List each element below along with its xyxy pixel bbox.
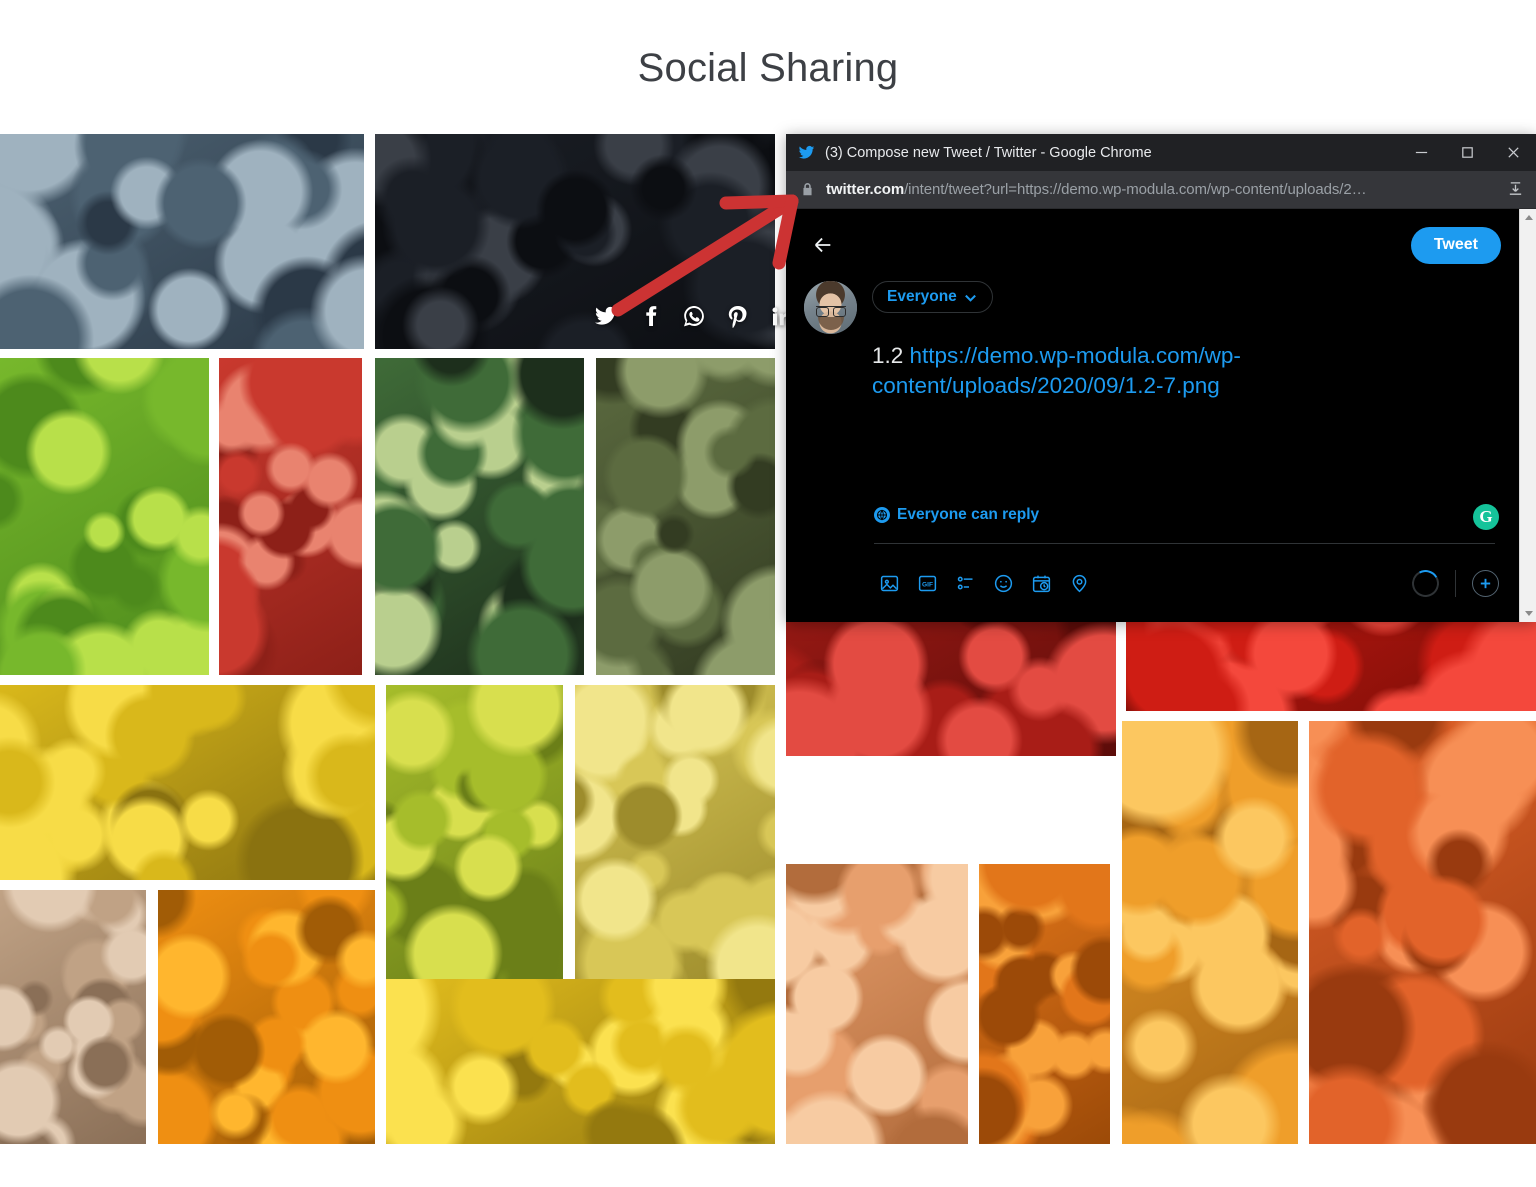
gallery-image <box>0 134 364 349</box>
maximize-button[interactable] <box>1444 134 1490 171</box>
gallery-item[interactable] <box>1309 721 1536 1144</box>
audience-dropdown[interactable]: Everyone <box>872 281 993 313</box>
tweet-text-prefix: 1.2 <box>872 343 910 368</box>
page-scrollbar[interactable] <box>1519 209 1536 622</box>
window-title: (3) Compose new Tweet / Twitter - Google… <box>825 144 1152 161</box>
chevron-down-icon <box>964 294 976 302</box>
url-path: /intent/tweet?url=https://demo.wp-modula… <box>904 181 1367 198</box>
gallery-item[interactable] <box>158 890 375 1144</box>
page-title: Social Sharing <box>637 46 899 90</box>
gallery-image <box>979 864 1110 1144</box>
gallery-image <box>375 358 584 675</box>
gallery-item[interactable] <box>219 358 362 675</box>
add-tweet-button[interactable] <box>1472 569 1499 597</box>
gallery-image <box>158 890 375 1144</box>
gallery-image <box>575 685 775 979</box>
gallery-item[interactable] <box>386 979 775 1144</box>
gallery-image <box>219 358 362 675</box>
scroll-up-arrow[interactable] <box>1520 209 1536 226</box>
compose-toolbar: GIF <box>870 560 1499 606</box>
avatar[interactable] <box>804 281 857 334</box>
facebook-icon[interactable] <box>637 303 663 329</box>
social-share-bar[interactable] <box>593 303 795 329</box>
gallery-image <box>0 685 375 880</box>
tweet-textarea[interactable]: 1.2 https://demo.wp-modula.com/wp-conten… <box>872 341 1501 401</box>
reply-setting-label: Everyone can reply <box>897 506 1040 523</box>
whatsapp-icon[interactable] <box>681 303 707 329</box>
twitter-compose-page: Tweet Everyone 1.2 https://demo.wp-modul… <box>786 209 1519 622</box>
gallery-image <box>386 685 563 979</box>
gallery-item[interactable] <box>386 685 563 979</box>
download-icon[interactable] <box>1500 181 1530 198</box>
reply-setting[interactable]: Everyone can reply <box>874 506 1039 524</box>
gallery-item[interactable] <box>0 358 209 675</box>
audience-label: Everyone <box>887 288 957 305</box>
poll-icon[interactable] <box>946 564 984 602</box>
twitter-bird-icon <box>796 143 816 163</box>
compose-body: Everyone 1.2 https://demo.wp-modula.com/… <box>804 281 1501 401</box>
gallery-image <box>596 358 775 675</box>
gallery-image <box>786 864 968 1144</box>
omnibox[interactable]: twitter.com/intent/tweet?url=https://dem… <box>786 171 1536 209</box>
compose-header: Tweet <box>804 223 1501 267</box>
gallery-image <box>1122 721 1298 1144</box>
tweet-link: https://demo.wp-modula.com/wp-content/up… <box>872 343 1241 398</box>
twitter-icon[interactable] <box>593 303 619 329</box>
back-arrow-icon[interactable] <box>804 226 842 264</box>
minimize-button[interactable] <box>1398 134 1444 171</box>
close-button[interactable] <box>1490 134 1536 171</box>
gallery-item[interactable] <box>1122 721 1298 1144</box>
pinterest-icon[interactable] <box>725 303 751 329</box>
schedule-icon[interactable] <box>1022 564 1060 602</box>
media-icon[interactable] <box>870 564 908 602</box>
url-host: twitter.com <box>826 181 905 198</box>
character-count-ring[interactable] <box>1408 566 1443 600</box>
gallery-item[interactable] <box>0 890 146 1144</box>
svg-text:GIF: GIF <box>922 581 933 588</box>
tweet-button[interactable]: Tweet <box>1410 226 1501 264</box>
gallery-item[interactable] <box>596 358 775 675</box>
gallery-image <box>1309 721 1536 1144</box>
gallery-item[interactable] <box>979 864 1110 1144</box>
address-bar-text[interactable]: twitter.com/intent/tweet?url=https://dem… <box>826 181 1500 198</box>
gallery-image <box>0 358 209 675</box>
gif-icon[interactable]: GIF <box>908 564 946 602</box>
browser-titlebar: (3) Compose new Tweet / Twitter - Google… <box>786 134 1536 171</box>
gallery-item[interactable] <box>575 685 775 979</box>
chrome-browser-window[interactable]: (3) Compose new Tweet / Twitter - Google… <box>786 134 1536 622</box>
emoji-icon[interactable] <box>984 564 1022 602</box>
toolbar-divider <box>874 543 1495 544</box>
gallery-item[interactable] <box>375 358 584 675</box>
gallery-image <box>386 979 775 1144</box>
lock-icon <box>798 182 816 197</box>
scroll-down-arrow[interactable] <box>1520 605 1536 622</box>
toolbar-separator <box>1455 569 1456 597</box>
globe-icon <box>874 507 890 523</box>
gallery-item[interactable] <box>786 864 968 1144</box>
page-viewport: Tweet Everyone 1.2 https://demo.wp-modul… <box>786 209 1536 622</box>
gallery-item[interactable] <box>0 685 375 880</box>
gallery-item[interactable] <box>0 134 364 349</box>
location-icon[interactable] <box>1060 564 1098 602</box>
gallery-image <box>0 890 146 1144</box>
grammarly-icon[interactable]: G <box>1473 504 1499 530</box>
